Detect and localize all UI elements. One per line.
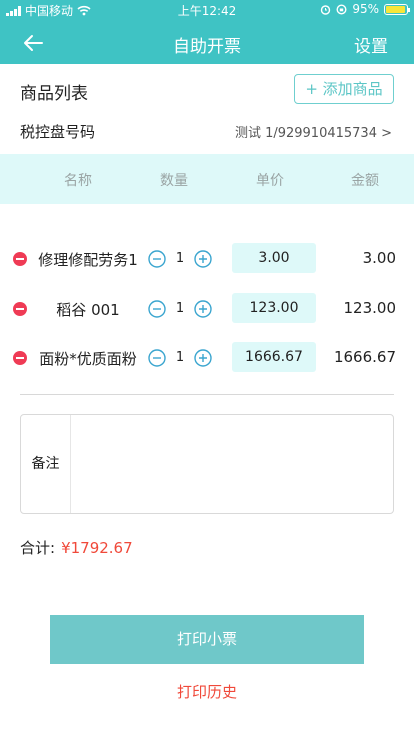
item-amount: 3.00 [362,249,396,267]
item-amount: 1666.67 [333,348,396,366]
alarm-icon [321,4,331,15]
header-amount: 金额 [351,173,379,189]
print-history-link[interactable]: 打印历史 [0,681,414,702]
remove-item-icon[interactable] [13,351,27,365]
item-price-input[interactable]: 3.00 [232,243,316,273]
item-qty: 1 [175,350,185,365]
item-qty: 1 [175,251,185,266]
item-name: 修理修配劳务1 [38,251,138,269]
total-value: ¥1792.67 [61,539,133,557]
nav-bar: 自助开票 设置 [0,22,414,64]
status-bar: 中国移动 上午12:42 95% [0,0,414,20]
minus-circle-icon[interactable] [148,349,166,367]
print-receipt-button[interactable]: 打印小票 [50,615,364,664]
table-row: 修理修配劳务1 1 3.00 3.00 [0,241,414,277]
add-goods-button[interactable]: + 添加商品 [294,74,394,104]
total-label: 合计: [20,539,56,557]
header-price: 单价 [256,173,284,189]
tax-disk-label: 税控盘号码 [20,123,96,141]
total-row: 合计: ¥1792.67 [20,537,133,558]
item-amount: 123.00 [343,299,397,317]
settings-button[interactable]: 设置 [354,32,388,57]
tax-disk-value[interactable]: 测试 1/929910415734 > [235,122,392,141]
minus-circle-icon[interactable] [148,250,166,268]
item-name: 面粉*优质面粉 [39,350,137,368]
battery-percent: 95% [352,2,379,16]
table-row: 面粉*优质面粉 1 1666.67 1666.67 [0,340,414,376]
item-price-input[interactable]: 1666.67 [232,342,316,372]
remove-item-icon[interactable] [13,252,27,266]
battery-icon [384,3,410,15]
top-header: 中国移动 上午12:42 95% 自助开票 设置 [0,0,414,64]
remark-label: 备注 [21,415,71,513]
goods-list-row: 商品列表 + 添加商品 [0,64,414,116]
table-header: 名称 数量 单价 金额 [0,154,414,204]
remark-input[interactable] [72,415,393,513]
plus-circle-icon[interactable] [194,349,212,367]
page-title: 自助开票 [173,37,241,57]
remark-box: 备注 [20,414,394,514]
goods-list-label: 商品列表 [20,84,88,104]
plus-circle-icon[interactable] [194,300,212,318]
tax-disk-row[interactable]: 税控盘号码 测试 1/929910415734 > [0,116,414,152]
minus-circle-icon[interactable] [148,300,166,318]
remove-item-icon[interactable] [13,302,27,316]
header-name: 名称 [64,173,92,189]
status-right: 95% [320,2,410,16]
plus-circle-icon[interactable] [194,250,212,268]
item-price-input[interactable]: 123.00 [232,293,316,323]
header-qty: 数量 [160,173,188,189]
item-name: 稻谷 001 [56,301,120,319]
divider [20,394,394,395]
rotation-lock-icon [336,3,347,15]
item-qty: 1 [175,301,185,316]
table-row: 稻谷 001 1 123.00 123.00 [0,291,414,327]
